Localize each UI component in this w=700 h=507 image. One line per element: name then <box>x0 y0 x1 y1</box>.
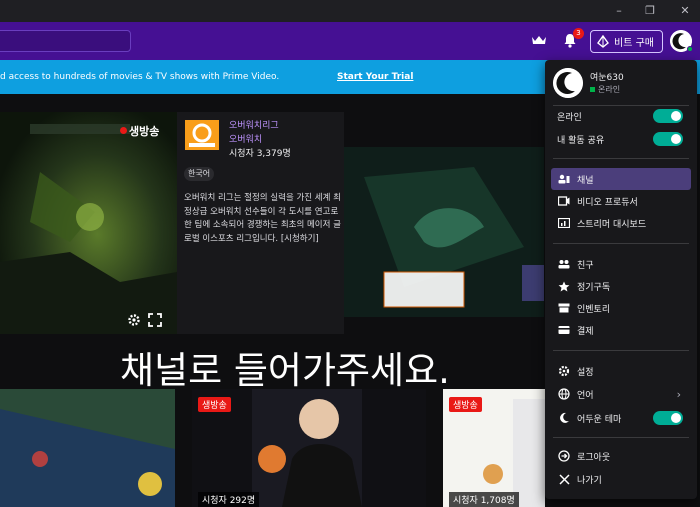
menu-item-label: 채널 <box>577 175 594 186</box>
logout-icon <box>557 450 571 462</box>
moon-icon <box>557 412 571 424</box>
menu-item-label: 어두운 테마 <box>577 414 622 425</box>
inventory-icon <box>557 303 571 313</box>
menu-item-language[interactable]: 언어 › <box>551 383 691 405</box>
menu-item-label: 비디오 프로듀서 <box>577 197 638 208</box>
menu-item-settings[interactable]: 설정 <box>551 360 691 382</box>
menu-divider <box>553 243 689 244</box>
live-indicator-dot <box>120 127 127 134</box>
notification-badge: 3 <box>573 28 584 39</box>
menu-item-label: 스트리머 대시보드 <box>577 219 647 230</box>
globe-icon <box>557 388 571 400</box>
fullscreen-icon[interactable] <box>148 313 162 327</box>
menu-item-friends[interactable]: 친구 <box>551 253 691 275</box>
card-viewer-count: 시청자 1,708명 <box>449 492 519 507</box>
menu-status-text: 온라인 <box>598 85 621 94</box>
menu-item-channel[interactable]: 채널 <box>551 168 691 190</box>
menu-item-exit[interactable]: 나가기 <box>551 468 691 490</box>
credit-card-icon <box>557 325 571 335</box>
card-live-badge: 생방송 <box>449 397 482 412</box>
minimize-button[interactable]: – <box>611 3 627 19</box>
dark-theme-toggle[interactable] <box>653 411 683 425</box>
top-navigation: 3 비트 구매 <box>0 22 700 60</box>
online-status-icon <box>590 87 595 92</box>
close-icon <box>557 473 571 485</box>
online-status-dot <box>687 46 693 52</box>
stream-card[interactable] <box>0 389 175 507</box>
crown-icon[interactable] <box>531 34 547 46</box>
menu-avatar <box>553 68 583 98</box>
channel-icon <box>557 174 571 184</box>
game-name[interactable]: 오버워치 <box>229 132 262 145</box>
channel-logo[interactable] <box>185 120 219 150</box>
buy-bits-button[interactable]: 비트 구매 <box>590 30 663 53</box>
friends-icon <box>557 259 571 269</box>
online-toggle[interactable] <box>653 109 683 123</box>
menu-item-label: 나가기 <box>577 475 602 486</box>
restore-button[interactable]: ❐ <box>642 3 658 19</box>
menu-divider <box>553 437 689 438</box>
menu-item-label: 인벤토리 <box>577 304 611 315</box>
online-label: 온라인 <box>557 112 582 123</box>
menu-item-subscriptions[interactable]: 정기구독 <box>551 275 691 297</box>
menu-item-label: 정기구독 <box>577 282 611 293</box>
menu-item-label: 로그아웃 <box>577 452 611 463</box>
menu-divider <box>553 158 689 159</box>
viewer-count: 시청자 3,379명 <box>229 149 291 159</box>
video-producer-icon <box>557 196 571 206</box>
stream-description: 오버워치 리그는 절정의 실력을 가진 세계 최정상급 오버워치 선수들이 각 … <box>184 193 341 244</box>
menu-item-logout[interactable]: 로그아웃 <box>551 445 691 467</box>
menu-item-video-producer[interactable]: 비디오 프로듀서 <box>551 190 691 212</box>
close-button[interactable]: ✕ <box>677 3 693 19</box>
share-activity-row[interactable]: 내 활동 공유 <box>551 128 691 150</box>
menu-divider <box>553 350 689 351</box>
language-tag[interactable]: 한국어 <box>184 167 215 181</box>
gear-icon[interactable] <box>127 313 141 327</box>
settings-icon <box>557 365 571 377</box>
share-activity-toggle[interactable] <box>653 132 683 146</box>
dashboard-icon <box>557 218 571 228</box>
channel-name[interactable]: 오버워치리그 <box>229 118 279 131</box>
menu-item-inventory[interactable]: 인벤토리 <box>551 297 691 319</box>
menu-item-label: 설정 <box>577 367 594 378</box>
bits-icon <box>597 35 609 48</box>
overlay-caption: 채널로 들어가주세요. <box>120 349 450 392</box>
stream-card[interactable]: 생방송 시청자 292명 <box>192 389 426 507</box>
menu-item-label: 결제 <box>577 326 594 337</box>
window-titlebar: – ❐ ✕ <box>0 0 700 22</box>
menu-item-label: 친구 <box>577 260 594 271</box>
menu-item-dashboard[interactable]: 스트리머 대시보드 <box>551 212 691 234</box>
menu-item-label: 언어 <box>577 390 594 401</box>
buy-bits-label: 비트 구매 <box>614 38 654 49</box>
prime-banner-text: d access to hundreds of movies & TV show… <box>0 72 280 82</box>
menu-status: 온라인 <box>590 84 620 95</box>
stream-card[interactable]: 생방송 시청자 1,708명 <box>443 389 545 507</box>
user-menu: 여눈630 온라인 온라인 내 활동 공유 채널 비디오 프로듀서 스트리머 대… <box>545 60 697 499</box>
card-live-badge: 생방송 <box>198 397 231 412</box>
live-label: 생방송 <box>129 125 160 138</box>
start-trial-link[interactable]: Start Your Trial <box>337 72 413 82</box>
featured-video-player[interactable] <box>0 112 177 334</box>
card-viewer-count: 시청자 292명 <box>198 492 260 507</box>
star-icon <box>557 281 571 292</box>
secondary-video-preview[interactable] <box>344 147 544 317</box>
menu-item-dark-theme[interactable]: 어두운 테마 <box>551 407 691 429</box>
menu-username: 여눈630 <box>590 73 624 83</box>
search-input[interactable] <box>0 30 131 52</box>
share-activity-label: 내 활동 공유 <box>557 135 605 146</box>
menu-item-payment[interactable]: 결제 <box>551 319 691 341</box>
online-toggle-row[interactable]: 온라인 <box>551 105 691 127</box>
chevron-right-icon: › <box>676 388 681 401</box>
